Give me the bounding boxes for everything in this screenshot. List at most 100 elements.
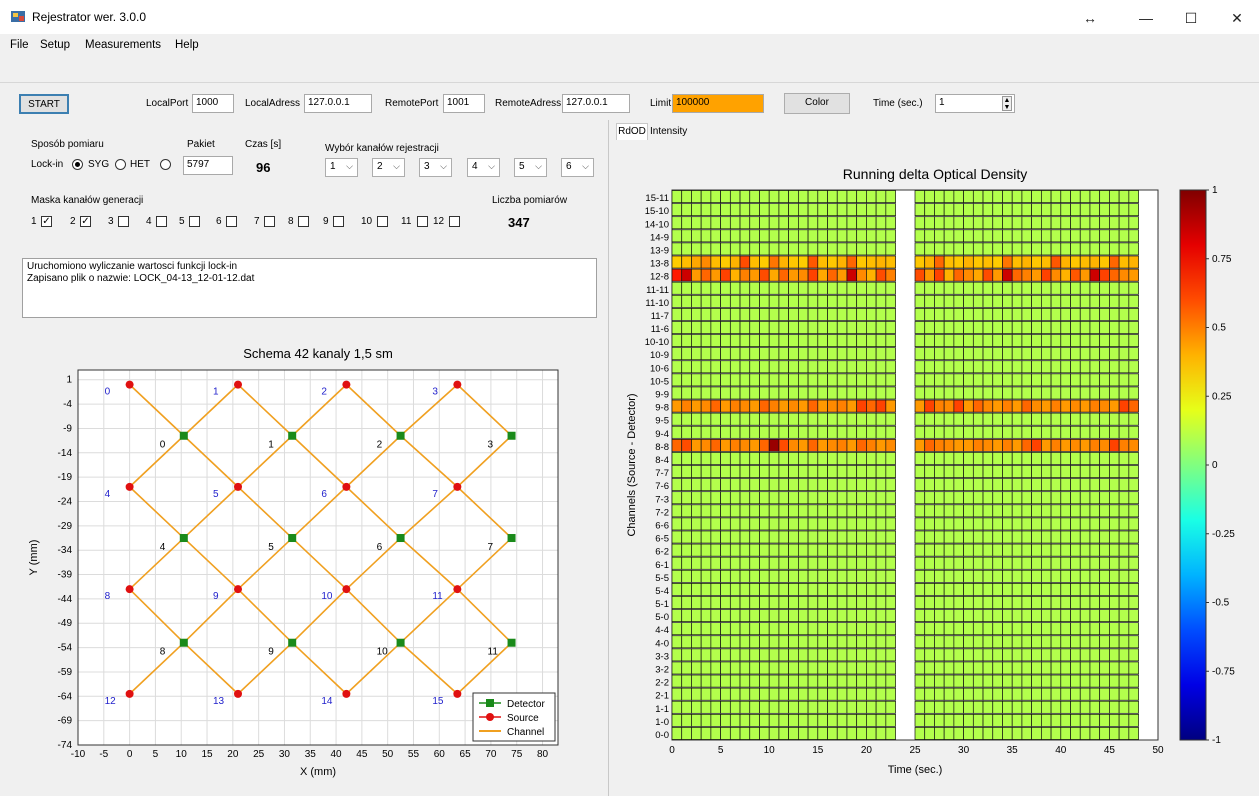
packet-input[interactable]: 5797 — [183, 156, 233, 175]
channel-combo-4[interactable]: 4 ⌵ — [467, 158, 500, 177]
heatmap-cell — [788, 268, 799, 282]
heatmap-cell — [729, 569, 741, 583]
resize-icon[interactable]: ↔ — [1075, 8, 1105, 28]
heatmap-cell — [700, 294, 712, 308]
mask-checkbox-7[interactable] — [264, 216, 275, 227]
heatmap-cell — [768, 373, 780, 387]
chevron-down-icon: ⌵ — [440, 161, 447, 171]
heatmap-cell — [836, 687, 848, 701]
heatmap-cell — [1070, 635, 1081, 649]
heatmap-cell — [700, 713, 712, 727]
syg-radio[interactable] — [72, 159, 83, 170]
heatmap-cell — [681, 452, 692, 465]
heatmap-cell — [1099, 294, 1110, 308]
heatmap-cell — [885, 203, 896, 217]
heatmap-cell — [759, 556, 770, 570]
heatmap-cell — [1050, 452, 1062, 465]
heatmap-cell — [1089, 687, 1101, 701]
heatmap-cell — [739, 268, 751, 282]
mask-checkbox-1[interactable]: ✓ — [41, 216, 52, 227]
mask-checkbox-10[interactable] — [377, 216, 388, 227]
heatmap-cell — [1050, 294, 1062, 308]
heatmap-cell — [856, 334, 867, 347]
row-label: 8-4 — [655, 455, 669, 466]
mask-checkbox-8[interactable] — [298, 216, 309, 227]
heatmap-cell — [807, 661, 819, 675]
heatmap-cell — [671, 347, 683, 361]
channel-combo-1[interactable]: 1 ⌵ — [325, 158, 358, 177]
heatmap-cell — [1011, 321, 1023, 334]
heatmap-cell — [1021, 360, 1032, 374]
heatmap-cell — [1021, 347, 1032, 361]
remote-address-input[interactable]: 127.0.0.1 — [562, 94, 630, 113]
menu-file[interactable]: File — [10, 39, 29, 51]
remote-port-input[interactable]: 1001 — [443, 94, 485, 113]
heatmap-cell — [681, 661, 692, 675]
mask-checkbox-5[interactable] — [189, 216, 200, 227]
heatmap-cell — [817, 386, 828, 400]
mask-checkbox-12[interactable] — [449, 216, 460, 227]
log-textbox[interactable]: Uruchomiono wyliczanie wartosci funkcji … — [22, 258, 597, 318]
heatmap-cell — [1031, 648, 1042, 662]
menu-setup[interactable]: Setup — [40, 39, 70, 51]
local-port-input[interactable]: 1000 — [192, 94, 234, 113]
het-extra-radio[interactable] — [160, 159, 171, 170]
heatmap-cell — [1128, 255, 1139, 269]
limit-input[interactable]: 100000 — [672, 94, 764, 113]
detector-marker — [396, 638, 405, 647]
heatmap-cell — [817, 504, 828, 518]
heatmap-cell — [798, 268, 809, 282]
heatmap-cell — [982, 386, 994, 400]
heatmap-cell — [691, 268, 702, 282]
mask-checkbox-6[interactable] — [226, 216, 237, 227]
heatmap-cell — [1031, 308, 1042, 321]
heatmap-cell — [866, 700, 877, 714]
heatmap-cell — [778, 255, 789, 269]
heatmap-cell — [885, 294, 896, 308]
channel-combo-6[interactable]: 6 ⌵ — [561, 158, 594, 177]
spinner-arrows-icon[interactable]: ▲ ▼ — [1002, 96, 1012, 111]
heatmap-cell — [807, 583, 819, 596]
tab-intensity[interactable]: Intensity — [650, 126, 687, 137]
heatmap-cell — [1128, 347, 1139, 361]
heatmap-cell — [1070, 491, 1081, 505]
heatmap-cell — [700, 687, 712, 701]
mask-checkbox-2[interactable]: ✓ — [80, 216, 91, 227]
start-button[interactable]: START — [19, 94, 69, 114]
channel-combo-2[interactable]: 2 ⌵ — [372, 158, 405, 177]
mask-checkbox-4[interactable] — [156, 216, 167, 227]
heatmap-cell — [963, 386, 974, 400]
heatmap-cell — [1089, 504, 1101, 518]
minimize-button[interactable]: — — [1131, 8, 1161, 28]
color-button[interactable]: Color — [784, 93, 850, 114]
local-address-input[interactable]: 127.0.0.1 — [304, 94, 372, 113]
mask-checkbox-11[interactable] — [417, 216, 428, 227]
mask-checkbox-3[interactable] — [118, 216, 129, 227]
heatmap-cell — [788, 308, 799, 321]
maximize-button[interactable]: ☐ — [1176, 8, 1206, 28]
menu-measurements[interactable]: Measurements — [85, 39, 161, 51]
heatmap-cell — [1031, 596, 1042, 609]
time-spinner[interactable]: 1 ▲ ▼ — [935, 94, 1015, 113]
row-label: 4-0 — [655, 638, 669, 649]
heatmap-cell — [681, 491, 692, 505]
heatmap-cell — [778, 399, 789, 413]
heatmap-cell — [836, 438, 848, 452]
menu-help[interactable]: Help — [175, 39, 199, 51]
close-button[interactable]: ✕ — [1222, 8, 1252, 28]
heatmap-cell — [866, 491, 877, 505]
tab-rdod[interactable]: RdOD — [616, 123, 648, 140]
heatmap-cell — [671, 425, 683, 439]
het-radio[interactable] — [115, 159, 126, 170]
heatmap-cell — [1070, 452, 1081, 465]
mask-checkbox-9[interactable] — [333, 216, 344, 227]
channel-combo-5[interactable]: 5 ⌵ — [514, 158, 547, 177]
row-label: 15-11 — [645, 193, 669, 204]
heatmap-cell — [1109, 543, 1120, 557]
heatmap-cell — [729, 412, 741, 426]
heatmap-cell — [856, 674, 867, 688]
detector-id-label: 6 — [377, 542, 383, 553]
channel-combo-3[interactable]: 3 ⌵ — [419, 158, 452, 177]
heatmap-cell — [1031, 334, 1042, 347]
heatmap-cell — [875, 438, 887, 452]
